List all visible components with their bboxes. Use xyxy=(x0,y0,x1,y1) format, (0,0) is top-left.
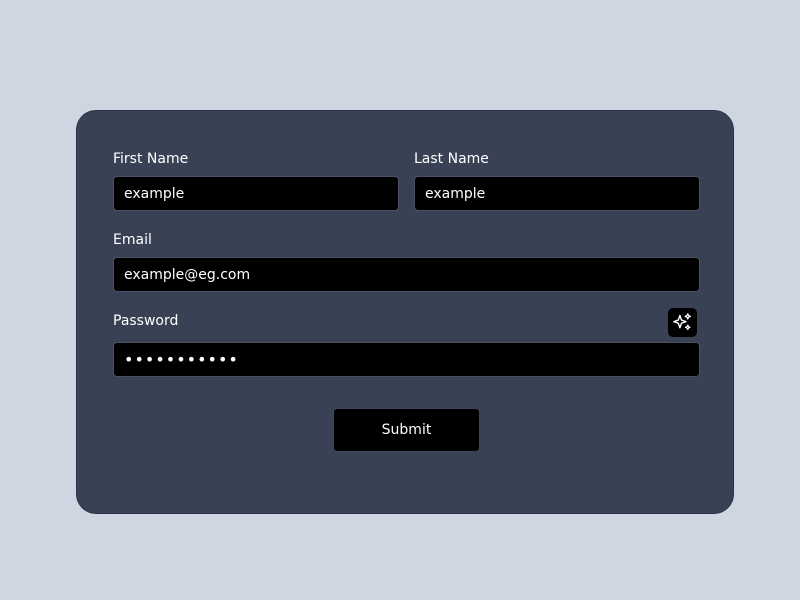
email-field[interactable] xyxy=(113,257,700,292)
password-label: Password xyxy=(113,313,179,329)
generate-password-button[interactable] xyxy=(668,308,697,337)
signup-form-card: First Name Last Name Email Password Subm… xyxy=(76,110,734,514)
last-name-label: Last Name xyxy=(414,151,489,167)
first-name-label: First Name xyxy=(113,151,189,167)
last-name-field[interactable] xyxy=(414,176,700,211)
password-field[interactable] xyxy=(113,342,700,377)
sparkles-icon xyxy=(673,313,691,331)
submit-button[interactable]: Submit xyxy=(333,408,480,452)
email-label: Email xyxy=(113,232,152,248)
first-name-field[interactable] xyxy=(113,176,399,211)
